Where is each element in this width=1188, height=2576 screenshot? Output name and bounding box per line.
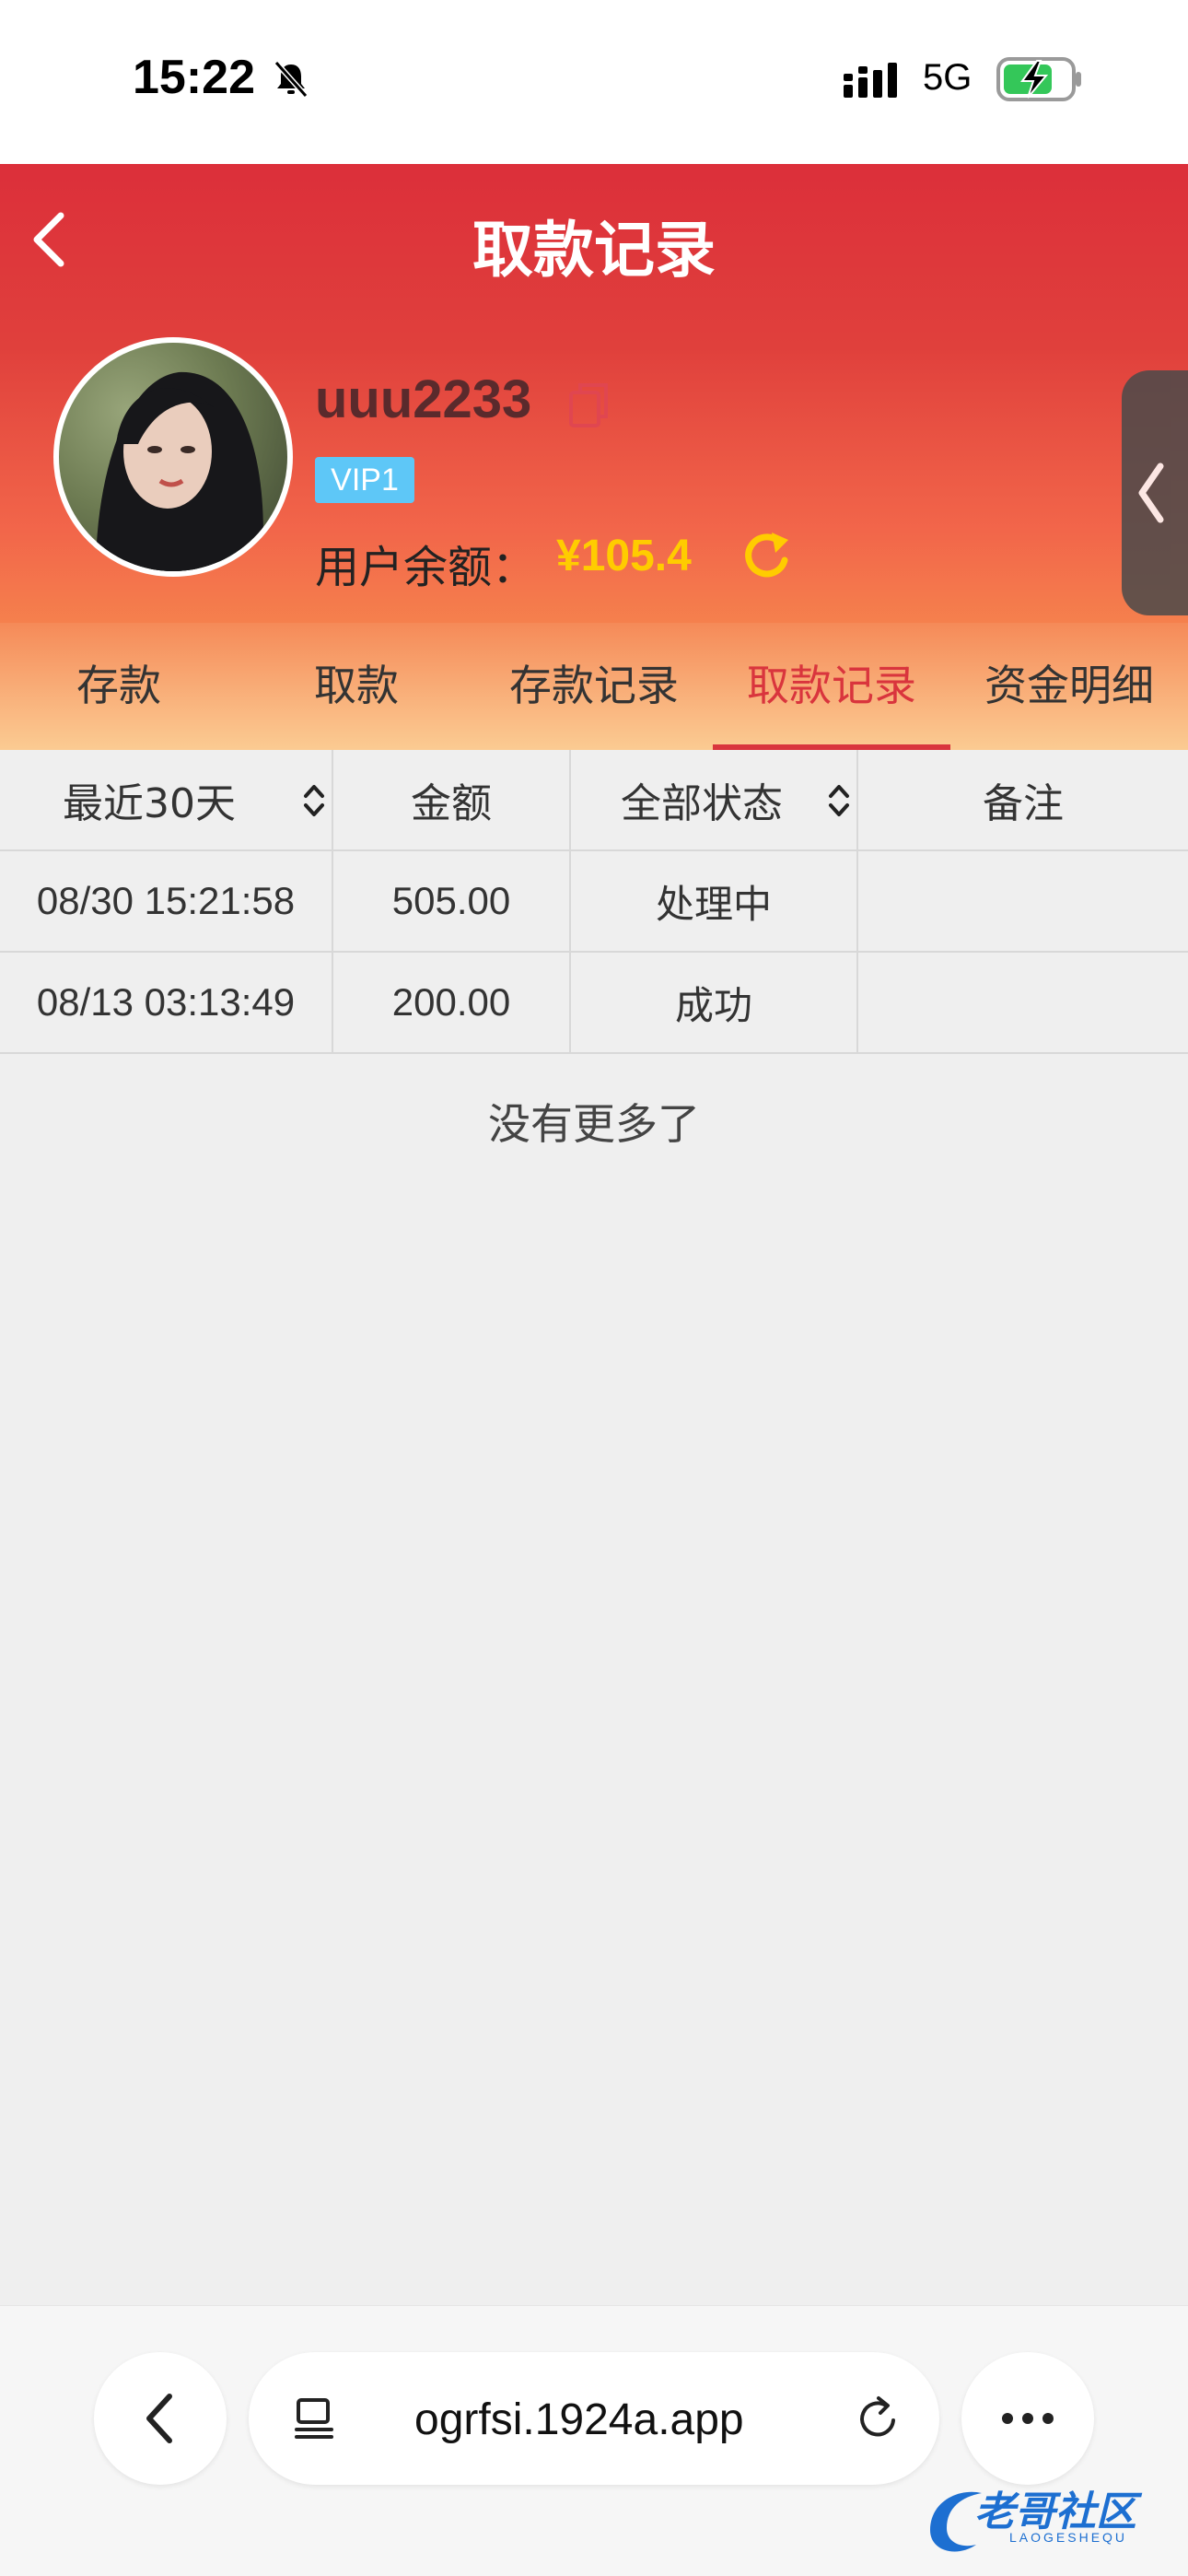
more-dots-icon: [1002, 2413, 1054, 2424]
tab-fund-details[interactable]: 资金明细: [950, 623, 1188, 750]
tab-deposit-records[interactable]: 存款记录: [475, 623, 713, 750]
side-drawer-handle[interactable]: [1122, 370, 1188, 615]
table-row: 08/30 15:21:58 505.00 处理中: [0, 851, 1188, 953]
status-filter[interactable]: 全部状态: [571, 750, 858, 849]
record-status: 处理中: [571, 851, 858, 951]
tab-deposit[interactable]: 存款: [0, 623, 238, 750]
tab-bar: 存款 取款 存款记录 取款记录 资金明细: [0, 623, 1188, 750]
signal-icon: [844, 63, 897, 98]
date-filter[interactable]: 最近30天: [0, 750, 333, 849]
page-title: 取款记录: [472, 215, 716, 286]
chevron-left-icon: [146, 2394, 172, 2443]
amount-header: 金额: [333, 750, 571, 849]
no-more-text: 没有更多了: [488, 1099, 700, 1149]
status-filter-label: 全部状态: [621, 780, 783, 827]
refresh-icon[interactable]: [739, 527, 798, 586]
copy-icon[interactable]: [565, 380, 613, 431]
status-bar: 15:22 5G: [0, 0, 1188, 164]
tab-withdraw[interactable]: 取款: [238, 623, 475, 750]
record-date: 08/13 03:13:49: [0, 953, 333, 1052]
more-button[interactable]: [961, 2352, 1094, 2485]
address-bar[interactable]: ogrfsi.1924a.app: [249, 2352, 939, 2485]
watermark-subtext: LAOGESHEQU: [1009, 2530, 1128, 2545]
browser-back-button[interactable]: [94, 2352, 227, 2485]
battery-charging-icon: [996, 57, 1081, 101]
balance-label: 用户余额：: [315, 542, 537, 593]
record-status: 成功: [571, 953, 858, 1052]
record-amount: 200.00: [333, 953, 571, 1052]
date-filter-label: 最近30天: [63, 780, 236, 827]
page-menu-icon[interactable]: [289, 2393, 341, 2444]
record-note: [858, 851, 1188, 951]
table-row: 08/13 03:13:49 200.00 成功: [0, 953, 1188, 1054]
header: 取款记录 uuu2233 VIP1 用户余额： ¥105.4: [0, 164, 1188, 623]
sort-icon: [829, 785, 849, 816]
network-label: 5G: [923, 57, 973, 98]
note-header: 备注: [983, 780, 1064, 827]
bell-muted-icon: [274, 61, 309, 98]
record-date: 08/30 15:21:58: [0, 851, 333, 951]
status-time: 15:22: [133, 51, 255, 104]
watermark: 老哥社区 LAOGESHEQU: [921, 2469, 1179, 2561]
records-table: 最近30天 金额 全部状态 备注 08/30 15:21:58 505.00 处…: [0, 750, 1188, 1054]
table-header: 最近30天 金额 全部状态 备注: [0, 750, 1188, 851]
vip-badge: VIP1: [315, 457, 414, 503]
avatar[interactable]: [53, 337, 293, 577]
record-note: [858, 953, 1188, 1052]
tab-withdraw-records[interactable]: 取款记录: [713, 623, 950, 750]
reload-icon[interactable]: [853, 2393, 904, 2444]
username: uuu2233: [315, 369, 532, 429]
url-text: ogrfsi.1924a.app: [414, 2395, 744, 2444]
balance-value: ¥105.4: [556, 532, 692, 580]
chevron-left-icon: [1138, 463, 1164, 523]
sort-icon: [304, 785, 324, 816]
avatar-image: [96, 371, 263, 571]
watermark-text: 老哥社区: [974, 2488, 1136, 2535]
record-amount: 505.00: [333, 851, 571, 951]
